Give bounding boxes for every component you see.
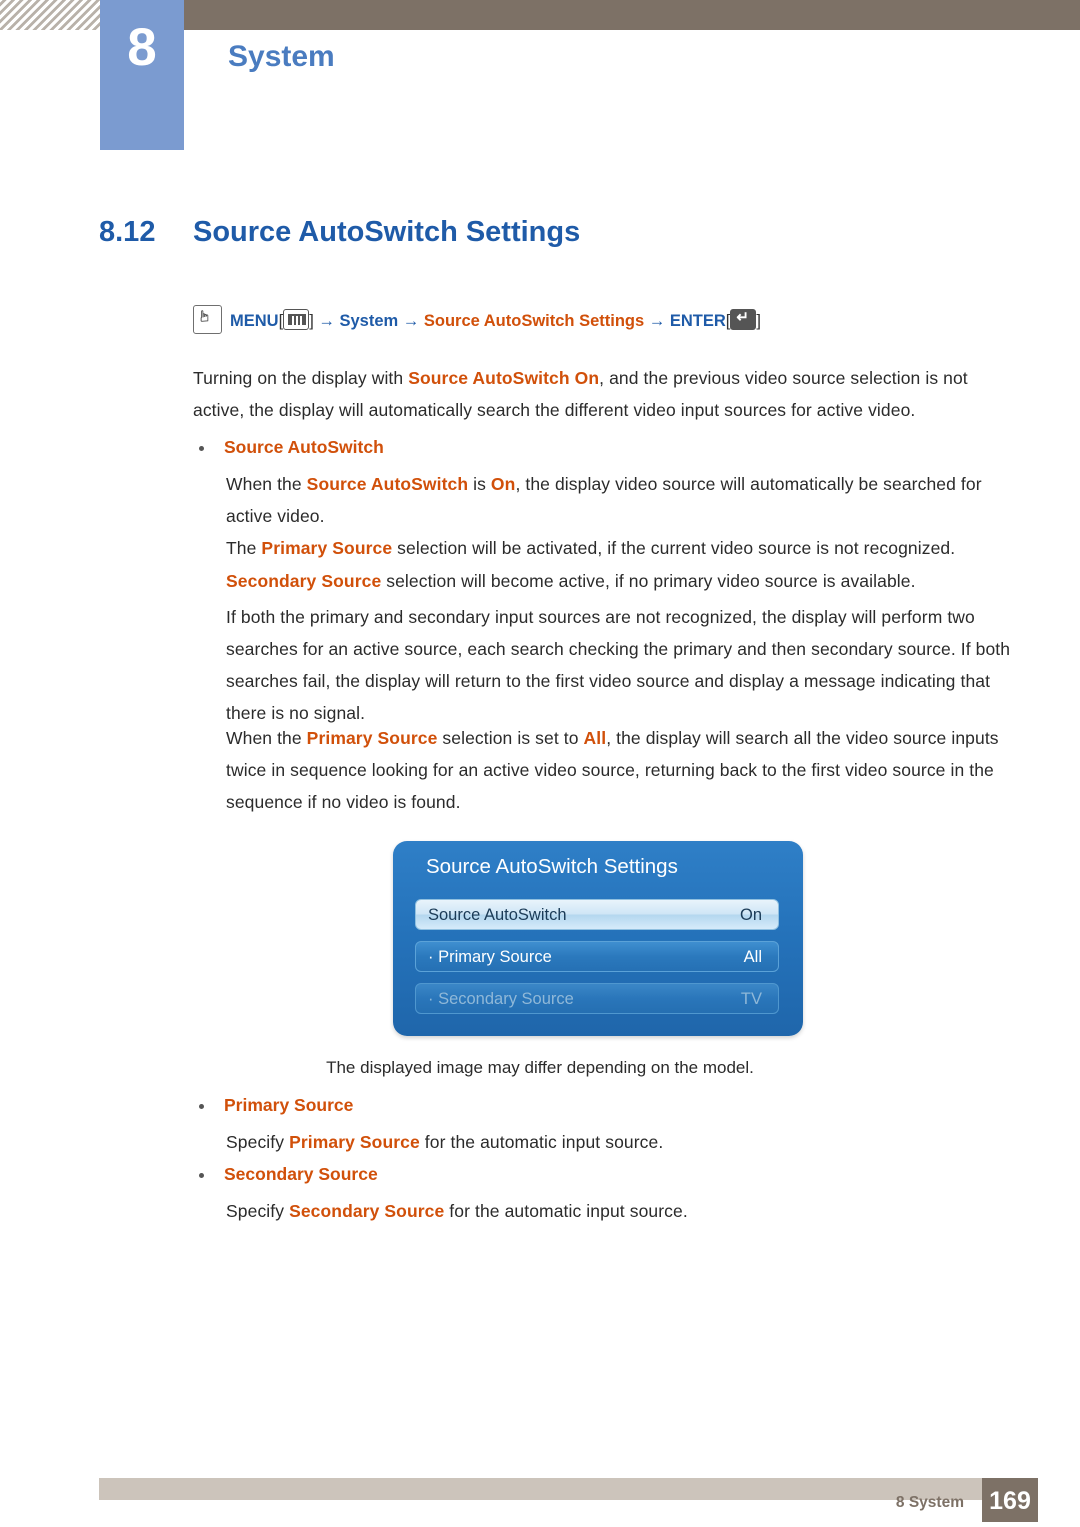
menu-path-enter-label: ENTER [669, 312, 726, 330]
p5-hl2: All [583, 728, 607, 748]
p5-l2: twice in sequence looking for an active … [226, 760, 994, 780]
bullet-label-source-autoswitch: Source AutoSwitch [224, 437, 384, 457]
osd-title: Source AutoSwitch Settings [426, 855, 678, 878]
intro-line1-b: , and the previous video source selectio… [599, 368, 968, 388]
p1-a: When the [226, 474, 307, 494]
osd-caption: The displayed image may differ depending… [326, 1058, 754, 1077]
secondary-desc-b: for the automatic input source. [444, 1201, 688, 1221]
p1-b: is [468, 474, 491, 494]
osd-row-secondary-source[interactable]: · Secondary Source TV [415, 983, 779, 1014]
p4-l2: searches for an active source, each sear… [226, 639, 1011, 659]
menu-path-item-system: System [339, 312, 399, 330]
footer-chapter-text: 8 System [895, 1494, 964, 1511]
p5-c: , the display will search all the video … [606, 728, 999, 748]
p2-b: selection will be activated, if the curr… [392, 538, 956, 558]
primary-desc-a: Specify [226, 1132, 290, 1152]
osd-row-source-autoswitch[interactable]: Source AutoSwitch On [415, 899, 779, 930]
menu-path-arrow-2: → [402, 312, 420, 330]
paragraph-primary-source: Specify Primary Source for the automatic… [226, 1126, 1016, 1158]
p5-l3: sequence if no video is found. [226, 792, 461, 812]
p5-a: When the [226, 728, 307, 748]
paragraph-autoswitch-5: When the Primary Source selection is set… [226, 722, 1016, 818]
paragraph-autoswitch-4: If both the primary and secondary input … [226, 601, 1016, 729]
p1-d: active video. [226, 506, 325, 526]
header-stripe-decoration [0, 0, 100, 30]
chapter-number-badge: 8 [100, 0, 184, 150]
footer-page-number: 169 [982, 1478, 1038, 1522]
p3-hl: Secondary Source [226, 571, 382, 591]
primary-desc-hl: Primary Source [289, 1132, 420, 1152]
paragraph-autoswitch-1: When the Source AutoSwitch is On, the di… [226, 468, 1016, 532]
footer-rule [99, 1478, 987, 1500]
p4-l1: If both the primary and secondary input … [226, 607, 975, 627]
hand-pointer-icon [193, 305, 222, 334]
menu-path-arrow-1: → [318, 312, 335, 330]
osd-row-label: · Primary Source [428, 948, 552, 966]
bullet-label-primary-source: Primary Source [224, 1095, 354, 1115]
section-title: Source AutoSwitch Settings [193, 216, 581, 248]
p3-b: selection will become active, if no prim… [381, 571, 916, 591]
section-number: 8.12 [99, 216, 156, 248]
menu-path-item-source-autoswitch-settings: Source AutoSwitch Settings [423, 312, 645, 330]
menu-path-menu-label: MENU [230, 312, 279, 330]
paragraph-secondary-source: Specify Secondary Source for the automat… [226, 1195, 1016, 1227]
bracket-close-2: ] [756, 312, 761, 330]
section-heading: 8.12 Source AutoSwitch Settings [99, 216, 999, 249]
bullet-label-secondary-source: Secondary Source [224, 1164, 378, 1184]
osd-row-value: On [739, 906, 762, 924]
menu-path-arrow-3: → [648, 312, 666, 330]
bullet-dot-primary-source [199, 1104, 204, 1109]
p1-hl1: Source AutoSwitch [306, 474, 469, 494]
p5-hl1: Primary Source [306, 728, 438, 748]
menu-path: MENU[] → System → Source AutoSwitch Sett… [193, 305, 1023, 339]
p4-l3: searches fail, the display will return t… [226, 671, 991, 691]
bracket-close-1: ] [309, 312, 314, 330]
bullet-dot-source-autoswitch [199, 446, 204, 451]
paragraph-autoswitch-2: The Primary Source selection will be act… [226, 532, 1016, 564]
chapter-title: System [228, 40, 335, 73]
osd-panel: Source AutoSwitch Settings Source AutoSw… [393, 841, 803, 1036]
intro-line1-a: Turning on the display with [193, 368, 409, 388]
intro-paragraph: Turning on the display with Source AutoS… [193, 362, 1023, 426]
bullet-dot-secondary-source [199, 1173, 204, 1178]
p1-c: , the display video source will automati… [515, 474, 982, 494]
enter-key-icon [730, 308, 757, 330]
osd-row-primary-source[interactable]: · Primary Source All [415, 941, 779, 972]
secondary-desc-a: Specify [226, 1201, 290, 1221]
primary-desc-b: for the automatic input source. [419, 1132, 664, 1152]
p4-l4: there is no signal. [226, 703, 366, 723]
osd-row-value: TV [740, 990, 762, 1008]
p5-b: selection is set to [437, 728, 584, 748]
intro-line1-highlight: Source AutoSwitch On [408, 368, 600, 388]
secondary-desc-hl: Secondary Source [289, 1201, 445, 1221]
menu-key-icon [283, 309, 310, 330]
p2-a: The [226, 538, 262, 558]
paragraph-autoswitch-3: Secondary Source selection will become a… [226, 565, 1016, 597]
p1-hl2: On [490, 474, 516, 494]
osd-row-label: Source AutoSwitch [428, 906, 567, 924]
osd-row-label: · Secondary Source [428, 990, 574, 1008]
osd-row-value: All [743, 948, 762, 966]
p2-hl: Primary Source [261, 538, 393, 558]
intro-line2: active, the display will automatically s… [193, 400, 916, 420]
